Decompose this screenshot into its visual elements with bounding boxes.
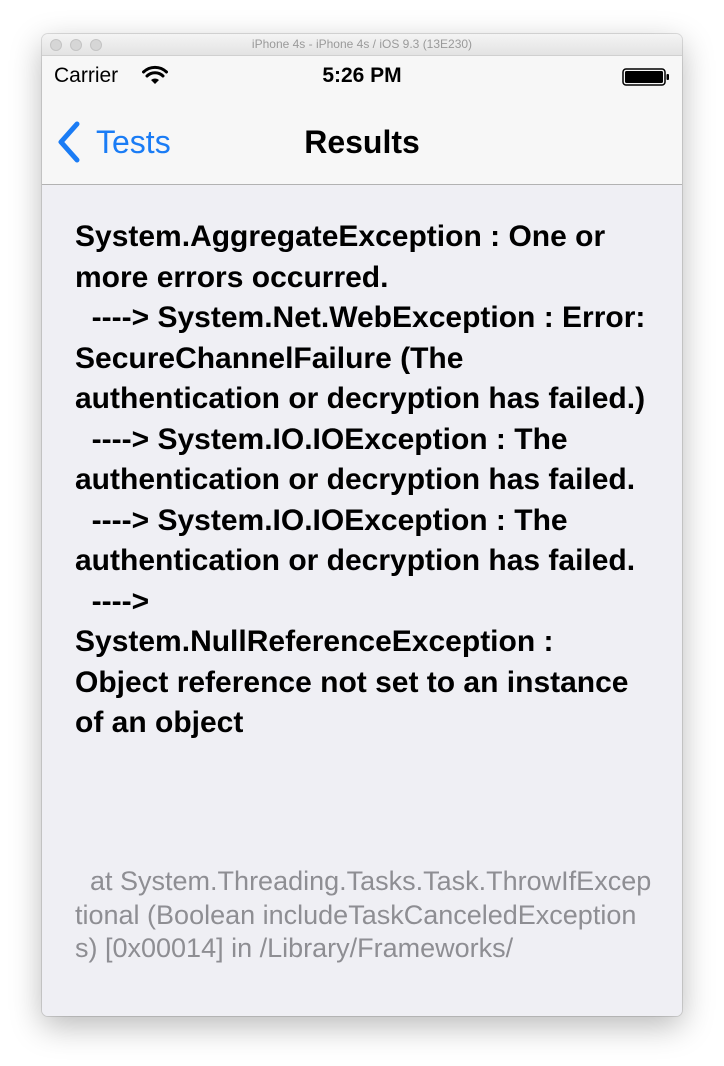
window-titlebar[interactable]: iPhone 4s - iPhone 4s / iOS 9.3 (13E230) (42, 34, 682, 56)
navigation-bar: Tests Results (42, 96, 682, 185)
status-time: 5:26 PM (322, 64, 402, 87)
page-title: Results (304, 124, 420, 160)
window-title: iPhone 4s - iPhone 4s / iOS 9.3 (13E230) (251, 37, 473, 51)
simulator-window: iPhone 4s - iPhone 4s / iOS 9.3 (13E230)… (42, 34, 682, 1016)
battery-icon (622, 68, 669, 86)
stack-trace: at System.Threading.Tasks.Task.ThrowIfEx… (75, 866, 652, 963)
error-message: System.AggregateException : One or more … (75, 220, 646, 739)
status-bar: Carrier 5:26 PM (42, 56, 682, 96)
results-scroll-view[interactable]: System.AggregateException : One or more … (42, 185, 682, 1016)
